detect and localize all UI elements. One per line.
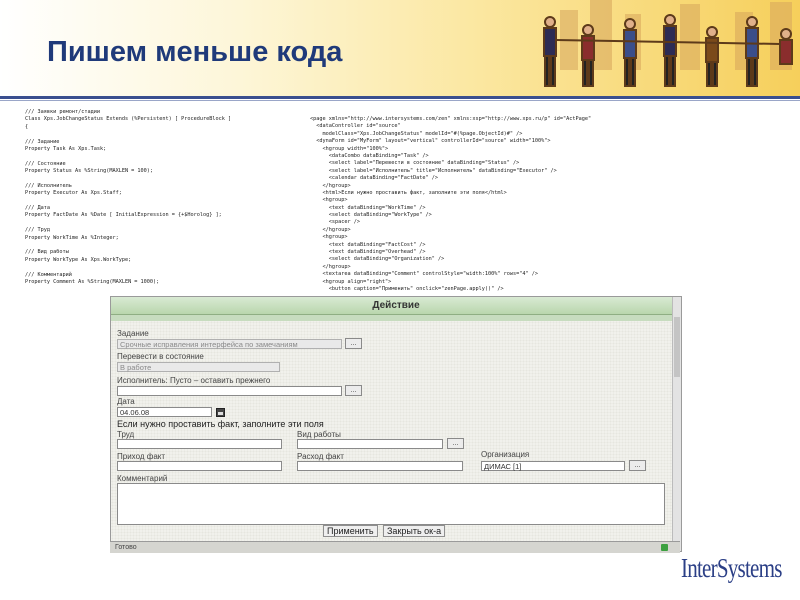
code-line: <text dataBinding="WorkTime" />: [310, 204, 426, 211]
header-divider: [0, 96, 800, 99]
code-line: <button caption="Применить" onclick="zen…: [310, 285, 504, 292]
executor-lookup-button[interactable]: ...: [345, 385, 362, 396]
code-line: /// Труд: [25, 227, 50, 234]
code-line: Property Task As Xps.Task;: [25, 145, 107, 152]
factcost-field[interactable]: [117, 461, 282, 471]
code-line: /// Заявки ремонт/стадии: [25, 109, 100, 115]
intersystems-logo: InterSystems: [681, 553, 782, 583]
code-line: <hgroup>: [310, 197, 348, 204]
fact-note: Если нужно проставить факт, заполните эт…: [117, 419, 324, 429]
task-field[interactable]: Срочные исправления интерфейса по замеча…: [117, 339, 342, 349]
dialog-title: Действие: [111, 297, 681, 315]
executor-field[interactable]: [117, 386, 342, 396]
work-label: Труд: [117, 430, 135, 439]
status-ok-icon: [661, 544, 668, 551]
code-line: <select dataBinding="Organization" />: [310, 256, 445, 263]
code-line: <hgroup align="right">: [310, 278, 392, 285]
code-line: <hgroup width="100%">: [310, 145, 389, 152]
code-line: <hgroup>: [310, 234, 348, 241]
code-line: /// Комментарий: [25, 271, 72, 278]
status-text: Готово: [115, 544, 137, 551]
vertical-scrollbar[interactable]: [672, 297, 681, 551]
close-button[interactable]: Закрыть ок-а: [383, 525, 446, 537]
task-label: Задание: [117, 329, 149, 338]
zen-page-xml-code: <page xmlns="http://www.intersystems.com…: [310, 116, 690, 296]
organization-label: Организация: [481, 450, 530, 459]
code-line: <page xmlns="http://www.intersystems.com…: [310, 116, 592, 122]
dialog-header-band: [111, 315, 681, 321]
calendar-icon[interactable]: [216, 408, 225, 417]
code-line: /// Исполнитель: [25, 182, 72, 189]
expense-label: Расход факт: [297, 452, 344, 461]
code-line: /// Состояние: [25, 160, 66, 167]
work-field[interactable]: [117, 439, 282, 449]
organization-lookup-button[interactable]: ...: [629, 460, 646, 471]
organization-field[interactable]: ДИМАС [1]: [481, 461, 625, 471]
code-line: Property Status As %String(MAXLEN = 100)…: [25, 168, 154, 175]
executor-label: Исполнитель: Пусто – оставить прежнего: [117, 376, 271, 385]
worktype-field[interactable]: [297, 439, 443, 449]
code-line: </hgroup>: [310, 182, 351, 189]
code-line: Property Executor As Xps.Staff;: [25, 190, 122, 197]
code-line: <select dataBinding="WorkType" />: [310, 212, 432, 219]
business-people-illustration: [543, 0, 793, 87]
code-line: <text dataBinding="Overhead" />: [310, 249, 426, 256]
slide-header: Пишем меньше кода: [0, 0, 800, 96]
date-field[interactable]: 04.06.08: [117, 407, 212, 417]
code-line: <spacer />: [310, 219, 360, 226]
status-select[interactable]: В работе: [117, 362, 280, 372]
code-line: <dataCombo dataBinding="Task" />: [310, 152, 429, 159]
code-line: Class Xps.JobChangeStatus Extends (%Pers…: [25, 116, 232, 123]
code-line: Property WorkTime As %Integer;: [25, 234, 119, 241]
code-line: </hgroup>: [310, 263, 351, 270]
code-line: {: [25, 123, 29, 130]
code-line: /// Вид работы: [25, 249, 69, 256]
code-line: Property FactDate As %Date [ InitialExpr…: [25, 212, 222, 219]
date-label: Дата: [117, 397, 135, 406]
code-line: <dynaForm id="MyForm" layout="vertical" …: [310, 138, 551, 145]
code-line: <html>Если нужно проставить факт, заполн…: [310, 189, 507, 196]
action-dialog: Действие Задание Срочные исправления инт…: [110, 296, 682, 552]
code-line: </hgroup>: [310, 226, 351, 233]
code-line: modelClass="Xps.JobChangeStatus" modelId…: [310, 130, 523, 137]
status-label: Перевести в состояние: [117, 352, 204, 361]
code-line: <calendar dataBinding="FactDate" />: [310, 175, 439, 182]
header-divider-thin: [0, 100, 800, 101]
code-line: /// Задание: [25, 138, 60, 145]
code-line: /// Дата: [25, 205, 50, 212]
apply-button[interactable]: Применить: [323, 525, 378, 537]
task-lookup-button[interactable]: ...: [345, 338, 362, 349]
expense-field[interactable]: [297, 461, 463, 471]
comment-label: Комментарий: [117, 474, 168, 483]
code-line: <text dataBinding="FactCost" />: [310, 241, 426, 248]
code-line: Property WorkType As Xps.WorkType;: [25, 256, 132, 263]
factcost-label: Приход факт: [117, 452, 166, 461]
status-bar: Готово: [110, 541, 680, 553]
code-line: <dataController id="source": [310, 123, 401, 130]
scrollbar-thumb[interactable]: [674, 317, 680, 377]
slide-title: Пишем меньше кода: [47, 36, 343, 68]
worktype-lookup-button[interactable]: ...: [447, 438, 464, 449]
code-line: <textarea dataBinding="Comment" controlS…: [310, 271, 538, 278]
class-definition-code: /// Заявки ремонт/стадии Class Xps.JobCha…: [25, 109, 295, 294]
worktype-label: Вид работы: [297, 430, 341, 439]
comment-textarea[interactable]: [117, 483, 665, 525]
code-line: <select label="Исполнитель" title="Испол…: [310, 167, 557, 174]
code-line: Property Comment As %String(MAXLEN = 100…: [25, 278, 160, 285]
code-line: <select label="Перевести в состояние" da…: [310, 160, 520, 167]
